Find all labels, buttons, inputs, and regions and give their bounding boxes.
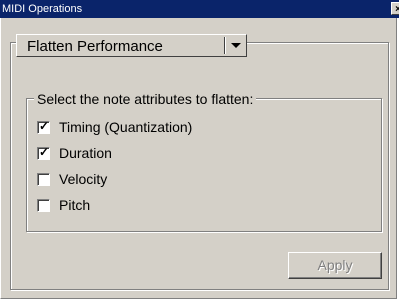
chevron-down-icon[interactable]: [231, 43, 241, 48]
check-icon: ✓: [39, 119, 50, 133]
window-title: MIDI Operations: [2, 3, 83, 15]
velocity-checkbox[interactable]: [37, 173, 50, 186]
apply-button[interactable]: Apply: [288, 252, 382, 279]
title-bar[interactable]: MIDI Operations ×: [0, 0, 399, 18]
pitch-label[interactable]: Pitch: [59, 197, 90, 213]
close-icon[interactable]: ×: [391, 2, 399, 15]
attributes-group-legend: Select the note attributes to flatten:: [34, 91, 257, 107]
timing-checkbox[interactable]: ✓: [37, 119, 50, 134]
timing-label[interactable]: Timing (Quantization): [59, 119, 192, 135]
check-icon: ✓: [39, 145, 50, 159]
velocity-label[interactable]: Velocity: [59, 171, 107, 187]
duration-checkbox[interactable]: ✓: [37, 145, 50, 160]
operation-dropdown[interactable]: Flatten Performance: [16, 34, 247, 57]
pitch-checkbox[interactable]: [37, 199, 50, 212]
duration-label[interactable]: Duration: [59, 145, 112, 161]
operation-dropdown-value: Flatten Performance: [27, 38, 163, 55]
dropdown-divider: [224, 37, 225, 54]
